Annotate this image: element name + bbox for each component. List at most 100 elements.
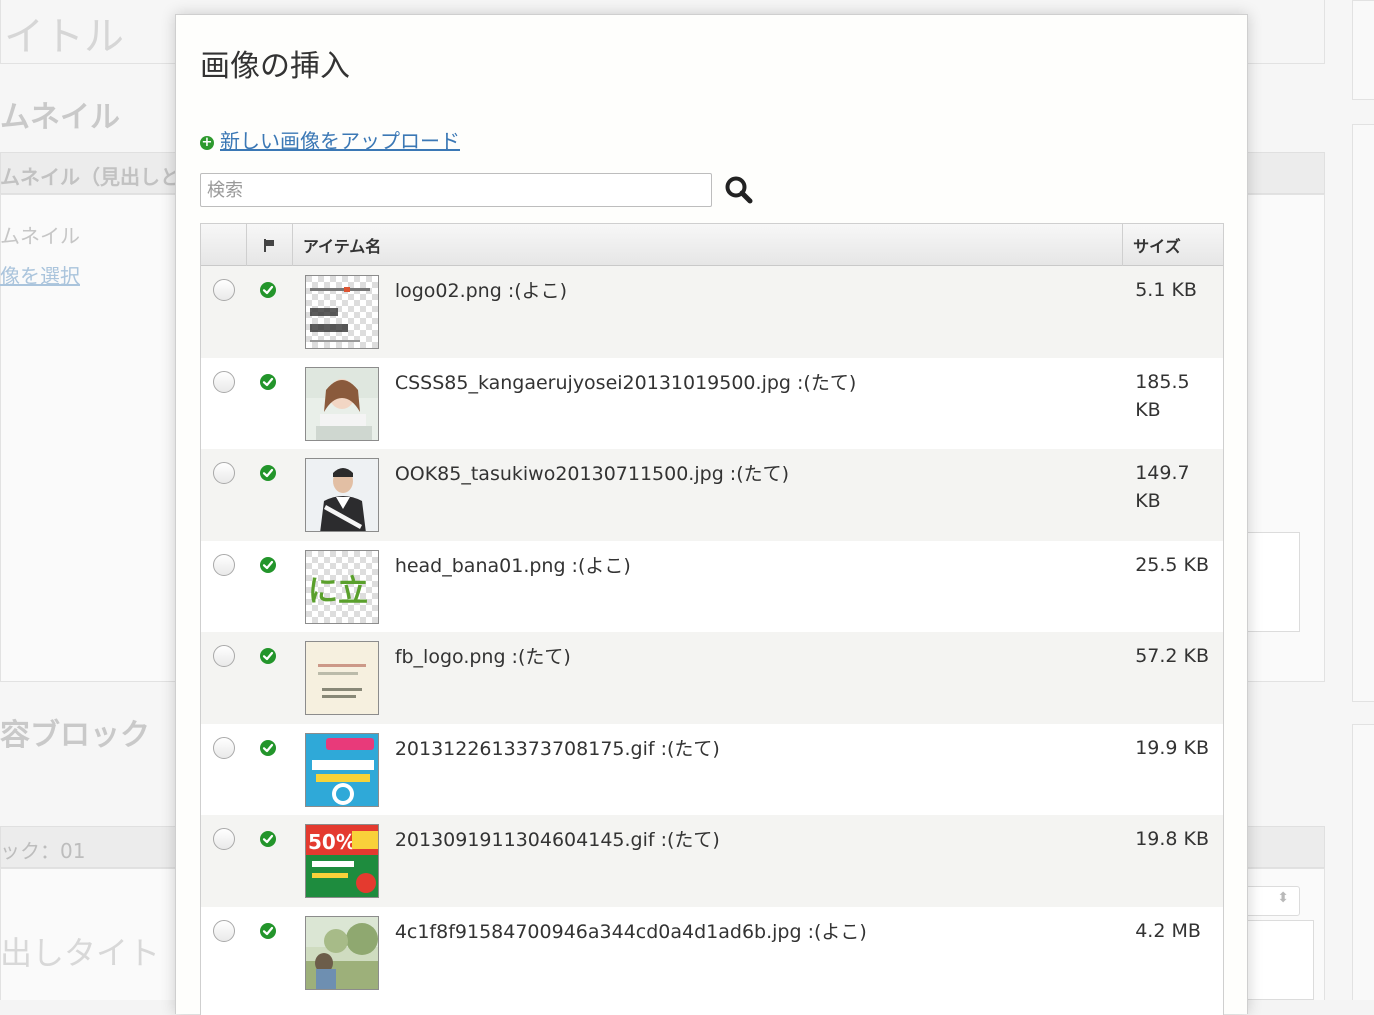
item-size: 19.9 KB (1135, 734, 1219, 762)
check-circle-icon (260, 465, 276, 481)
name-cell: に立 head_bana01.png :(よこ) (293, 541, 1123, 633)
table-row[interactable]: 4c1f8f91584700946a344cd0a4d1ad6b.jpg :(よ… (201, 907, 1223, 999)
select-radio[interactable] (213, 828, 235, 850)
check-circle-icon (260, 282, 276, 298)
transparent-text-thumbnail[interactable] (305, 275, 379, 349)
name-cell: 2013122613373708175.gif :(たて) (293, 724, 1123, 816)
select-radio[interactable] (213, 645, 235, 667)
dialog-title: 画像の挿入 (200, 41, 350, 85)
blue-banner-thumbnail[interactable] (305, 733, 379, 807)
table-row[interactable]: fb_logo.png :(たて) 57.2 KB (201, 632, 1223, 724)
select-cell (201, 907, 247, 999)
check-circle-icon (260, 740, 276, 756)
size-cell: 57.2 KB (1123, 632, 1223, 724)
table-body: logo02.png :(よこ) 5.1 KB CSSS85_kangaeruj… (201, 266, 1223, 998)
name-cell: logo02.png :(よこ) (293, 266, 1123, 358)
item-size: 19.8 KB (1135, 825, 1219, 853)
table-header: アイテム名 サイズ (201, 224, 1223, 266)
status-cell (247, 724, 293, 816)
search-icon[interactable] (724, 175, 754, 205)
size-cell: 5.1 KB (1123, 266, 1223, 358)
status-cell (247, 449, 293, 541)
bg-sidebar-box-2 (1352, 124, 1374, 702)
item-name[interactable]: logo02.png :(よこ) (395, 276, 567, 303)
name-cell: fb_logo.png :(たて) (293, 632, 1123, 724)
status-cell (247, 815, 293, 907)
select-radio[interactable] (213, 462, 235, 484)
select-radio[interactable] (213, 371, 235, 393)
header-status[interactable] (247, 224, 293, 266)
plus-circle-icon: + (200, 136, 214, 150)
select-cell (201, 815, 247, 907)
table-row[interactable]: OOK85_tasukiwo20130711500.jpg :(たて) 149.… (201, 449, 1223, 541)
name-cell: CSSS85_kangaerujyosei20131019500.jpg :(た… (293, 358, 1123, 450)
bg-sidebar-box-1 (1352, 0, 1374, 100)
item-name[interactable]: 2013122613373708175.gif :(たて) (395, 734, 720, 761)
select-cell (201, 724, 247, 816)
insert-image-dialog: 画像の挿入 + 新しい画像をアップロード アイテム名 サイズ (175, 14, 1248, 1014)
name-cell: 50% 2013091911304604145.gif :(たて) (293, 815, 1123, 907)
check-circle-icon (260, 923, 276, 939)
table-row[interactable]: 2013122613373708175.gif :(たて) 19.9 KB (201, 724, 1223, 816)
table-row[interactable]: logo02.png :(よこ) 5.1 KB (201, 266, 1223, 358)
item-size: 4.2 MB (1135, 917, 1219, 945)
svg-text:50%: 50% (308, 830, 356, 854)
size-cell: 185.5 KB (1123, 358, 1223, 450)
header-size[interactable]: サイズ (1123, 224, 1223, 266)
beige-logo-thumbnail[interactable] (305, 641, 379, 715)
sale-banner-thumbnail[interactable]: 50% (305, 824, 379, 898)
item-name[interactable]: fb_logo.png :(たて) (395, 642, 571, 669)
bg-block-heading: 容ブロック (0, 710, 150, 754)
select-cell (201, 358, 247, 450)
check-circle-icon (260, 648, 276, 664)
select-radio[interactable] (213, 737, 235, 759)
item-name[interactable]: 4c1f8f91584700946a344cd0a4d1ad6b.jpg :(よ… (395, 917, 867, 944)
status-cell (247, 266, 293, 358)
green-text-thumbnail[interactable]: に立 (305, 550, 379, 624)
size-cell: 19.9 KB (1123, 724, 1223, 816)
check-circle-icon (260, 831, 276, 847)
item-name[interactable]: 2013091911304604145.gif :(たて) (395, 825, 720, 852)
item-name[interactable]: head_bana01.png :(よこ) (395, 551, 631, 578)
select-cell (201, 449, 247, 541)
bg-headline-placeholder: 出しタイト (0, 928, 160, 974)
select-radio[interactable] (213, 920, 235, 942)
flag-icon (263, 239, 275, 252)
item-name[interactable]: OOK85_tasukiwo20130711500.jpg :(たて) (395, 459, 789, 486)
status-cell (247, 632, 293, 724)
bg-select-arrows-icon: ⬍ (1277, 890, 1289, 906)
item-size: 5.1 KB (1135, 276, 1219, 304)
upload-link-label[interactable]: 新しい画像をアップロード (220, 125, 460, 154)
size-cell: 4.2 MB (1123, 907, 1223, 999)
upload-new-image-link[interactable]: + 新しい画像をアップロード (200, 125, 460, 154)
table-row[interactable]: に立 head_bana01.png :(よこ) 25.5 KB (201, 541, 1223, 633)
table-row[interactable]: CSSS85_kangaerujyosei20131019500.jpg :(た… (201, 358, 1223, 450)
name-cell: 4c1f8f91584700946a344cd0a4d1ad6b.jpg :(よ… (293, 907, 1123, 999)
bg-thumbnail-heading: ムネイル (0, 92, 120, 136)
table-row[interactable]: 50% 2013091911304604145.gif :(たて) 19.8 K… (201, 815, 1223, 907)
image-table: アイテム名 サイズ logo02.png :(よこ) 5.1 KB (200, 223, 1224, 1015)
header-item-name[interactable]: アイテム名 (293, 224, 1123, 266)
item-size: 57.2 KB (1135, 642, 1219, 670)
header-select (201, 224, 247, 266)
item-size: 25.5 KB (1135, 551, 1219, 579)
select-cell (201, 541, 247, 633)
bg-block-bar-label: ック：01 (0, 835, 85, 864)
svg-text:に立: に立 (308, 574, 368, 609)
size-cell: 19.8 KB (1123, 815, 1223, 907)
size-cell: 25.5 KB (1123, 541, 1223, 633)
item-size: 149.7 KB (1135, 459, 1219, 515)
select-radio[interactable] (213, 554, 235, 576)
woman-photo-thumbnail[interactable] (305, 367, 379, 441)
man-photo-thumbnail[interactable] (305, 458, 379, 532)
bg-sidebar-box-3 (1352, 724, 1374, 1000)
nature-photo-thumbnail[interactable] (305, 916, 379, 990)
select-cell (201, 266, 247, 358)
select-radio[interactable] (213, 279, 235, 301)
bg-thumbnail-label: ムネイル (0, 220, 80, 249)
name-cell: OOK85_tasukiwo20130711500.jpg :(たて) (293, 449, 1123, 541)
item-size: 185.5 KB (1135, 368, 1219, 424)
status-cell (247, 907, 293, 999)
item-name[interactable]: CSSS85_kangaerujyosei20131019500.jpg :(た… (395, 368, 856, 395)
search-input[interactable] (200, 173, 712, 207)
